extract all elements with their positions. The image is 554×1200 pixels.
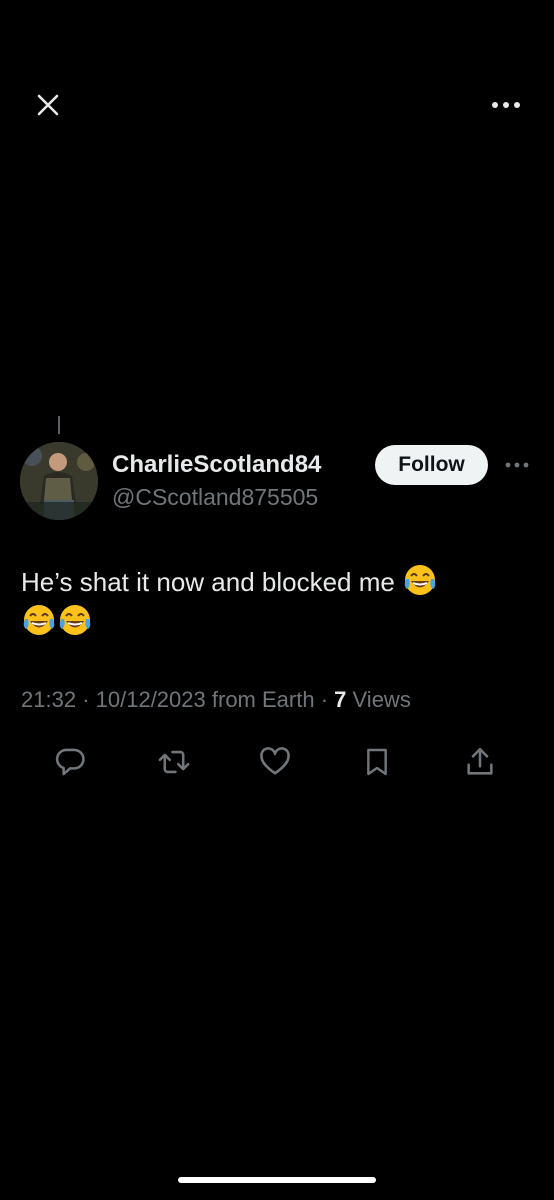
tears-of-joy-emoji xyxy=(57,602,93,638)
tweet-source: from Earth xyxy=(211,687,315,712)
bookmark-icon xyxy=(367,748,387,776)
bookmark-button[interactable] xyxy=(357,742,397,782)
views-count[interactable]: 7 xyxy=(334,687,346,712)
follow-button[interactable]: Follow xyxy=(375,445,488,485)
views-label[interactable]: Views xyxy=(353,687,411,712)
more-horizontal-icon xyxy=(505,462,529,468)
share-icon xyxy=(467,747,493,775)
close-icon xyxy=(37,94,59,116)
more-options-button[interactable] xyxy=(486,85,526,125)
tears-of-joy-emoji xyxy=(402,562,438,598)
author-display-name[interactable]: CharlieScotland84 xyxy=(112,451,321,479)
heart-icon xyxy=(260,747,290,775)
tweet-meta: 21:32 · 10/12/2023 from Earth · 7 Views xyxy=(21,687,411,712)
retweet-button[interactable] xyxy=(154,742,194,782)
tweet-time: 21:32 xyxy=(21,687,77,712)
reply-icon xyxy=(55,748,85,776)
more-horizontal-icon xyxy=(492,102,520,108)
tweet-text-content: He’s shat it now and blocked me xyxy=(21,567,395,597)
like-button[interactable] xyxy=(255,742,295,782)
tears-of-joy-emoji xyxy=(21,602,57,638)
reply-button[interactable] xyxy=(50,742,90,782)
tweet-date: 10/12/2023 xyxy=(95,687,206,712)
tweet-text: He’s shat it now and blocked me xyxy=(21,562,521,642)
home-indicator[interactable] xyxy=(178,1177,376,1183)
tweet-more-button[interactable] xyxy=(500,452,534,478)
share-button[interactable] xyxy=(460,742,500,782)
author-handle[interactable]: @CScotland875505 xyxy=(112,484,318,511)
close-button[interactable] xyxy=(28,85,68,125)
avatar-photo xyxy=(20,442,98,520)
avatar[interactable] xyxy=(20,442,98,520)
retweet-icon xyxy=(158,750,190,774)
thread-connector-line xyxy=(58,416,60,434)
